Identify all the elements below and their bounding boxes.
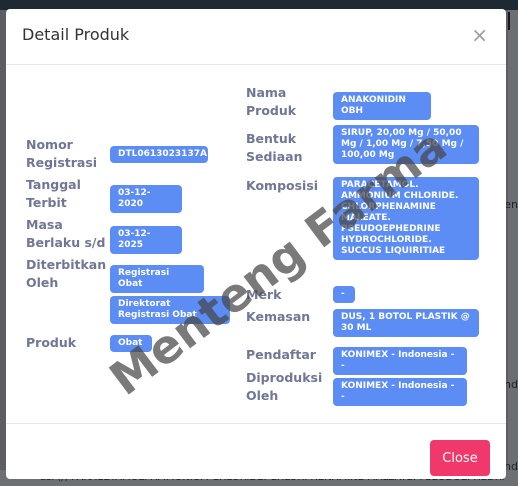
field-value-nomor-registrasi: DTL0613023137A1	[110, 146, 213, 163]
field-value-kemasan: DUS, 1 BOTOL PLASTIK @ 30 ML	[333, 309, 479, 337]
field-value-bentuk-sediaan: SIRUP, 20,00 Mg / 50,00 Mg / 1,00 Mg / 7…	[333, 125, 479, 164]
field-label-nama-produk: Nama Produk	[246, 85, 297, 118]
close-icon[interactable]: ×	[471, 25, 488, 45]
field-label-merk: Merk	[246, 287, 282, 302]
field-label-nomor-registrasi: Nomor Registrasi	[26, 137, 98, 170]
field-label-tanggal-terbit: Tanggal Terbit	[26, 177, 81, 210]
field-value-merk: -	[333, 286, 355, 303]
background-page-edge: en nd nd	[504, 10, 518, 473]
field-value-masa-berlaku: 03-12-2025	[110, 226, 182, 254]
field-label-produk: Produk	[26, 335, 77, 350]
field-label-kemasan: Kemasan	[246, 309, 311, 324]
field-value-direktorat: Direktorat Registrasi Obat	[110, 296, 230, 324]
background-text: nd	[504, 378, 518, 391]
field-value-komposisi: PARACETAMOL. AMMONIUM CHLORIDE. CHLORPHE…	[333, 177, 479, 260]
field-label-diterbitkan-oleh: Diterbitkan Oleh	[26, 257, 107, 290]
close-button[interactable]: Close	[430, 440, 490, 476]
menu-icon	[508, 12, 518, 30]
field-label-diproduksi-oleh: Diproduksi Oleh	[246, 370, 323, 403]
field-value-diproduksi-oleh: KONIMEX - Indonesia - -	[333, 378, 467, 406]
field-value-nama-produk: ANAKONIDIN OBH	[333, 92, 431, 120]
field-value-pendaftar: KONIMEX - Indonesia - -	[333, 347, 467, 375]
field-label-masa-berlaku: Masa Berlaku s/d	[26, 217, 106, 250]
field-label-komposisi: Komposisi	[246, 178, 319, 193]
background-text: en	[504, 198, 518, 211]
field-value-tanggal-terbit: 03-12-2020	[110, 185, 182, 213]
field-label-pendaftar: Pendaftar	[246, 347, 316, 362]
modal-title: Detail Produk	[22, 25, 130, 44]
modal-header: Detail Produk ×	[6, 9, 506, 65]
field-value-produk: Obat	[110, 335, 152, 352]
product-detail-modal: Detail Produk × Nomor Registrasi DTL0613…	[6, 9, 506, 479]
field-label-bentuk-sediaan: Bentuk Sediaan	[246, 131, 303, 164]
field-value-diterbitkan-oleh: Registrasi Obat	[110, 265, 204, 293]
